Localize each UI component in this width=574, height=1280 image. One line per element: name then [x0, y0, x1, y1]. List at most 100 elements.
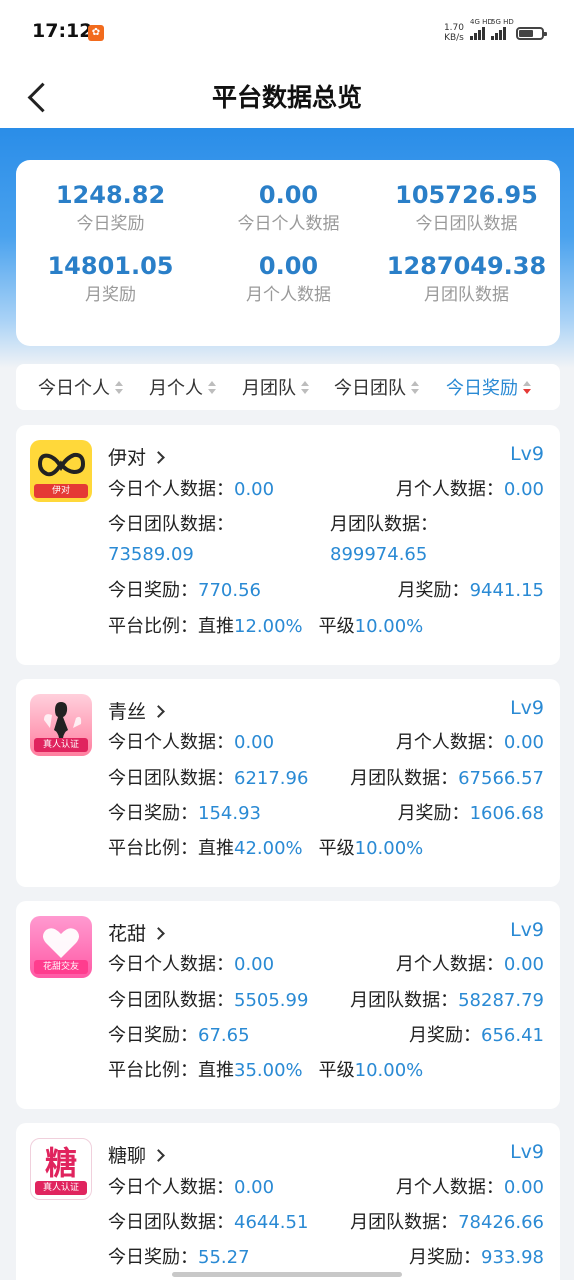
- row-value: 78426.66: [458, 1212, 544, 1233]
- stat-today-reward: 1248.82 今日奖励: [20, 180, 201, 236]
- direct-label: 直推: [198, 1060, 234, 1081]
- peer-value: 10.00%: [354, 838, 424, 859]
- today-team: 今日团队数据：4644.51: [108, 1211, 308, 1235]
- today-personal: 今日个人数据：0.00: [108, 478, 274, 502]
- today-team: 今日团队数据：6217.96: [108, 767, 308, 791]
- platform-name[interactable]: 伊对: [108, 443, 165, 470]
- battery-icon: [516, 26, 547, 40]
- row-value: 58287.79: [458, 990, 544, 1011]
- row-value: 0.00: [234, 479, 275, 500]
- chevron-right-icon: [152, 927, 165, 940]
- month-personal: 月个人数据：0.00: [396, 478, 544, 502]
- platform-card[interactable]: 糖 真人认证 糖聊 Lv9 今日个人数据：0.00 月个人数据：0.00 今日团…: [16, 1123, 560, 1280]
- row-label: 今日奖励：: [108, 580, 198, 601]
- network-speed-unit: KB/s: [444, 33, 464, 43]
- today-reward: 今日奖励：67.65: [108, 1024, 250, 1048]
- month-reward: 月奖励：1606.68: [398, 802, 544, 826]
- row-value: 4644.51: [234, 1212, 309, 1233]
- platform-ratio: 平台比例：直推12.00% 平级10.00%: [108, 615, 423, 639]
- row-value: 67566.57: [458, 768, 544, 789]
- sort-today-personal[interactable]: 今日个人: [38, 374, 124, 400]
- platform-ratio: 平台比例：直推35.00% 平级10.00%: [108, 1059, 423, 1083]
- home-indicator[interactable]: [172, 1272, 402, 1277]
- row-label: 今日团队数据：: [108, 514, 234, 535]
- row-label: 月团队数据：: [330, 514, 438, 535]
- logo-tag: 真人认证: [35, 1181, 87, 1195]
- stat-label: 今日团队数据: [415, 214, 518, 234]
- direct-label: 直推: [198, 838, 234, 859]
- month-reward: 月奖励：656.41: [409, 1024, 544, 1048]
- nav-bar: 平台数据总览: [0, 64, 574, 128]
- month-reward: 月奖励：9441.15: [398, 579, 544, 603]
- row-label: 今日团队数据：: [108, 1212, 234, 1233]
- row-label: 月团队数据：: [350, 1212, 459, 1233]
- status-bar: 17:12 ✿ 1.70 KB/s 4G HD 5G HD: [0, 0, 574, 64]
- row-label: 月奖励：: [397, 580, 470, 601]
- row-label: 月团队数据：: [350, 768, 459, 789]
- row-label: 月奖励：: [409, 1025, 482, 1046]
- row-value: 73589.09: [108, 544, 194, 565]
- sort-desc-arrows-icon: [522, 380, 532, 396]
- stat-value: 0.00: [258, 181, 319, 209]
- sort-arrows-icon: [207, 380, 217, 396]
- stat-label: 月个人数据: [246, 285, 331, 305]
- platform-level: Lv9: [510, 1141, 544, 1163]
- row-value: 0.00: [503, 1177, 544, 1198]
- sort-today-reward[interactable]: 今日奖励: [446, 374, 532, 400]
- sort-month-personal[interactable]: 月个人: [149, 374, 217, 400]
- month-team: 月团队数据：78426.66: [350, 1211, 544, 1235]
- logo-tag: 真人认证: [34, 738, 88, 752]
- peer-value: 10.00%: [354, 616, 424, 637]
- direct-label: 直推: [198, 616, 234, 637]
- signal-icon-2: 5G HD: [491, 18, 514, 40]
- platform-name-text: 伊对: [108, 447, 147, 469]
- row-label: 月奖励：: [397, 803, 470, 824]
- row-label: 今日奖励：: [108, 1025, 198, 1046]
- row-label: 今日个人数据：: [108, 954, 234, 975]
- sim1-label: 4G HD: [470, 18, 493, 26]
- stat-label: 月奖励: [85, 285, 136, 305]
- sort-today-team[interactable]: 今日团队: [334, 374, 420, 400]
- stat-month-team: 1287049.38 月团队数据: [376, 251, 557, 307]
- platform-logo: 伊对: [30, 440, 92, 502]
- logo-tag: 伊对: [34, 484, 88, 498]
- sort-arrows-icon: [410, 380, 420, 396]
- direct-value: 42.00%: [234, 838, 303, 859]
- row-value: 0.00: [503, 954, 544, 975]
- row-value: 0.00: [234, 1177, 275, 1198]
- platform-level: Lv9: [510, 697, 544, 719]
- today-reward: 今日奖励：55.27: [108, 1246, 250, 1270]
- platform-name[interactable]: 花甜: [108, 919, 165, 946]
- summary-card: 1248.82 今日奖励 0.00 今日个人数据 105726.95 今日团队数…: [16, 160, 560, 346]
- row-label: 平台比例：: [108, 1060, 198, 1081]
- stat-value: 0.00: [258, 252, 319, 280]
- platform-ratio: 平台比例：直推42.00% 平级10.00%: [108, 837, 423, 861]
- row-label: 月个人数据：: [395, 954, 504, 975]
- chevron-right-icon: [152, 705, 165, 718]
- platform-card[interactable]: 伊对 伊对 Lv9 今日个人数据：0.00 月个人数据：0.00 今日团队数据：…: [16, 425, 560, 665]
- row-value: 67.65: [198, 1025, 250, 1046]
- row-value: 154.93: [198, 803, 261, 824]
- platform-name[interactable]: 糖聊: [108, 1141, 165, 1168]
- row-label: 平台比例：: [108, 838, 198, 859]
- today-reward: 今日奖励：154.93: [108, 802, 261, 826]
- month-personal: 月个人数据：0.00: [396, 731, 544, 755]
- sort-bar: 今日个人 月个人 月团队 今日团队 今日奖励: [16, 364, 560, 410]
- sort-label: 今日团队: [334, 378, 406, 399]
- row-label: 月奖励：: [409, 1247, 482, 1268]
- peer-label: 平级: [318, 1060, 355, 1081]
- row-value: 5505.99: [234, 990, 309, 1011]
- platform-logo: 真人认证: [30, 694, 92, 756]
- sort-arrows-icon: [114, 380, 124, 396]
- sort-month-team[interactable]: 月团队: [242, 374, 310, 400]
- status-indicators: 1.70 KB/s 4G HD 5G HD: [444, 18, 547, 44]
- logo-char: 糖: [44, 1144, 77, 1182]
- month-team: 月团队数据：67566.57: [350, 767, 544, 791]
- month-personal: 月个人数据：0.00: [396, 953, 544, 977]
- today-personal: 今日个人数据：0.00: [108, 1176, 274, 1200]
- platform-card[interactable]: 真人认证 青丝 Lv9 今日个人数据：0.00 月个人数据：0.00 今日团队数…: [16, 679, 560, 887]
- today-team: 今日团队数据： 73589.09: [108, 513, 234, 567]
- row-label: 今日奖励：: [108, 803, 198, 824]
- platform-name[interactable]: 青丝: [108, 697, 165, 724]
- platform-card[interactable]: 花甜交友 花甜 Lv9 今日个人数据：0.00 月个人数据：0.00 今日团队数…: [16, 901, 560, 1109]
